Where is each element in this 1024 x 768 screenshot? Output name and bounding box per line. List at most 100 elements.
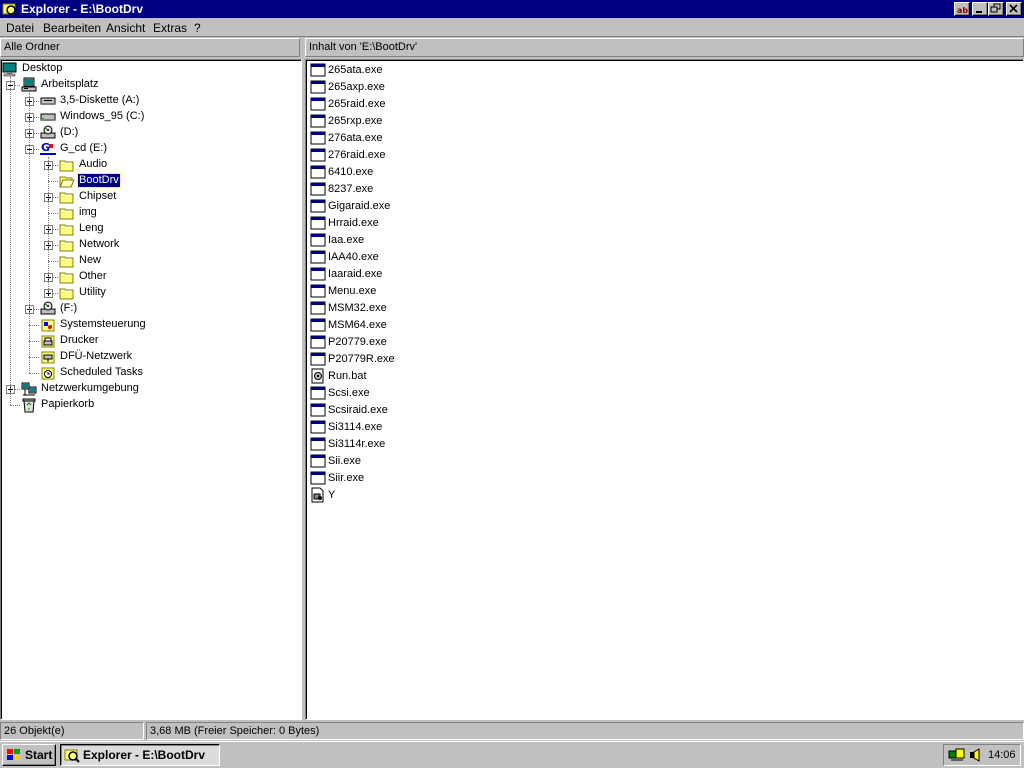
tree-connector bbox=[48, 261, 58, 262]
tree-item-img[interactable]: img bbox=[1, 205, 301, 221]
tree-item-label: (D:) bbox=[60, 126, 79, 138]
tree-item-arbeitsplatz[interactable]: Arbeitsplatz bbox=[1, 77, 301, 93]
file-name: Siir.exe bbox=[328, 472, 365, 484]
file-item[interactable]: Hrraid.exe bbox=[310, 215, 510, 232]
exe-icon bbox=[310, 334, 326, 350]
file-item[interactable]: 265raid.exe bbox=[310, 96, 510, 113]
tree-item-f[interactable]: (F:) bbox=[1, 301, 301, 317]
file-item[interactable]: P20779.exe bbox=[310, 334, 510, 351]
file-item[interactable]: 8237.exe bbox=[310, 181, 510, 198]
tree-item-chipset[interactable]: Chipset bbox=[1, 189, 301, 205]
tree-item-systemsteuerung[interactable]: Systemsteuerung bbox=[1, 317, 301, 333]
tree-connector bbox=[10, 405, 20, 406]
file-item[interactable]: 265axp.exe bbox=[310, 79, 510, 96]
file-name: Sii.exe bbox=[328, 455, 362, 467]
file-item[interactable]: Scsi.exe bbox=[310, 385, 510, 402]
tree-item-leng[interactable]: Leng bbox=[1, 221, 301, 237]
window-title: Explorer - E:\BootDrv bbox=[21, 2, 144, 16]
file-list[interactable]: 265ata.exe 265axp.exe 265raid.exe 265rxp.ex… bbox=[305, 59, 1024, 720]
tree-item-bootdrv[interactable]: BootDrv bbox=[1, 173, 301, 189]
file-name: Si3114r.exe bbox=[328, 438, 386, 450]
exe-icon bbox=[310, 113, 326, 129]
file-item[interactable]: MSM32.exe bbox=[310, 300, 510, 317]
clock[interactable]: 14:06 bbox=[988, 749, 1016, 761]
folder-icon bbox=[59, 221, 75, 237]
file-item[interactable]: MSM64.exe bbox=[310, 317, 510, 334]
file-item[interactable]: 265rxp.exe bbox=[310, 113, 510, 130]
file-name: Gigaraid.exe bbox=[328, 200, 391, 212]
file-item[interactable]: Run.bat bbox=[310, 368, 510, 385]
taskbar-explorer-label: Explorer - E:\BootDrv bbox=[83, 748, 206, 762]
file-item[interactable]: IAA40.exe bbox=[310, 249, 510, 266]
file-name: 6410.exe bbox=[328, 166, 374, 178]
file-item[interactable]: 276raid.exe bbox=[310, 147, 510, 164]
file-name: 265raid.exe bbox=[328, 98, 386, 110]
start-button[interactable]: Start bbox=[2, 744, 56, 766]
network-tray-icon[interactable] bbox=[948, 747, 966, 766]
file-name: Run.bat bbox=[328, 370, 367, 382]
tree-item-3-5-diskette-a[interactable]: 3,5-Diskette (A:) bbox=[1, 93, 301, 109]
speaker-tray-icon[interactable] bbox=[968, 748, 984, 765]
file-item[interactable]: Si3114r.exe bbox=[310, 436, 510, 453]
menu-extras[interactable]: Extras bbox=[153, 21, 187, 35]
taskbar: Start Explorer - E:\BootDrv 14:06 bbox=[0, 741, 1024, 768]
folder-tree[interactable]: Desktop Arbeitsplatz 3,5-Diskette (A:) Wind… bbox=[0, 59, 302, 720]
restore-button[interactable] bbox=[988, 2, 1004, 16]
file-item[interactable]: Iaa.exe bbox=[310, 232, 510, 249]
tree-item-network[interactable]: Network bbox=[1, 237, 301, 253]
tree-item-label: Audio bbox=[79, 158, 108, 170]
menu-help[interactable]: ? bbox=[194, 21, 201, 35]
tree-item-label: Utility bbox=[79, 286, 106, 298]
exe-icon bbox=[310, 436, 326, 452]
tree-item-windows-95-c[interactable]: Windows_95 (C:) bbox=[1, 109, 301, 125]
exe-icon bbox=[310, 249, 326, 265]
tree-item-new[interactable]: New bbox=[1, 253, 301, 269]
tree-item-drucker[interactable]: Drucker bbox=[1, 333, 301, 349]
exe-icon bbox=[310, 453, 326, 469]
close-button[interactable] bbox=[1006, 2, 1022, 16]
tree-connector bbox=[29, 357, 39, 358]
file-item[interactable]: 265ata.exe bbox=[310, 62, 510, 79]
tree-item-label: Windows_95 (C:) bbox=[60, 110, 145, 122]
scheduled-tasks-icon bbox=[40, 365, 56, 381]
file-item[interactable]: Scsiraid.exe bbox=[310, 402, 510, 419]
menu-ansicht[interactable]: Ansicht bbox=[106, 21, 145, 35]
exe-icon bbox=[310, 385, 326, 401]
title-bar[interactable]: Explorer - E:\BootDrv ab bbox=[0, 0, 1024, 18]
status-bar: 26 Objekt(e) 3,68 MB (Freier Speicher: 0… bbox=[0, 721, 1024, 741]
file-item[interactable]: Y bbox=[310, 487, 510, 504]
minimize-button[interactable] bbox=[972, 2, 988, 16]
file-item[interactable]: Siir.exe bbox=[310, 470, 510, 487]
file-name: 276raid.exe bbox=[328, 149, 386, 161]
tree-item-d[interactable]: (D:) bbox=[1, 125, 301, 141]
explorer-app-icon[interactable] bbox=[2, 1, 18, 17]
tree-item-scheduled-tasks[interactable]: Scheduled Tasks bbox=[1, 365, 301, 381]
file-item[interactable]: Sii.exe bbox=[310, 453, 510, 470]
tree-item-label: New bbox=[79, 254, 102, 266]
taskbar-explorer-button[interactable]: Explorer - E:\BootDrv bbox=[60, 744, 220, 766]
file-item[interactable]: P20779R.exe bbox=[310, 351, 510, 368]
file-item[interactable]: Gigaraid.exe bbox=[310, 198, 510, 215]
folder-icon bbox=[59, 189, 75, 205]
tree-item-netzwerkumgebung[interactable]: Netzwerkumgebung bbox=[1, 381, 301, 397]
file-item[interactable]: Iaaraid.exe bbox=[310, 266, 510, 283]
tree-item-desktop[interactable]: Desktop bbox=[1, 61, 301, 77]
start-label: Start bbox=[25, 748, 53, 762]
tree-item-df-netzwerk[interactable]: DFÜ-Netzwerk bbox=[1, 349, 301, 365]
help-button[interactable]: ab bbox=[954, 2, 970, 16]
file-name: Scsiraid.exe bbox=[328, 404, 388, 416]
menu-bearbeiten[interactable]: Bearbeiten bbox=[43, 21, 101, 35]
tree-item-papierkorb[interactable]: Papierkorb bbox=[1, 397, 301, 413]
tree-item-utility[interactable]: Utility bbox=[1, 285, 301, 301]
file-item[interactable]: Menu.exe bbox=[310, 283, 510, 300]
desktop-icon bbox=[2, 61, 18, 77]
file-item[interactable]: Si3114.exe bbox=[310, 419, 510, 436]
status-size: 3,68 MB (Freier Speicher: 0 Bytes) bbox=[146, 722, 1024, 740]
menu-datei[interactable]: Datei bbox=[6, 21, 34, 35]
exe-icon bbox=[310, 419, 326, 435]
tree-item-audio[interactable]: Audio bbox=[1, 157, 301, 173]
tree-item-g-cd-e[interactable]: G G_cd (E:) bbox=[1, 141, 301, 157]
file-item[interactable]: 6410.exe bbox=[310, 164, 510, 181]
tree-item-other[interactable]: Other bbox=[1, 269, 301, 285]
file-item[interactable]: 276ata.exe bbox=[310, 130, 510, 147]
